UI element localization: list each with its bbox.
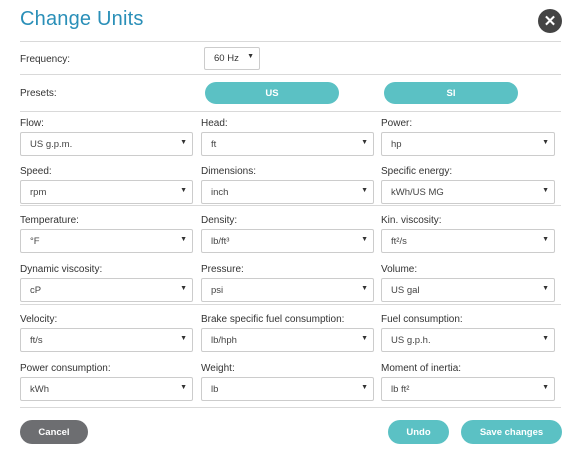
unit-select[interactable]: rpm ▼ (20, 180, 193, 204)
dropdown-arrow-icon: ▼ (361, 139, 368, 146)
field-label: Velocity: (20, 314, 58, 325)
dropdown-arrow-icon: ▼ (542, 285, 549, 292)
unit-select[interactable]: lb ft² ▼ (381, 377, 555, 401)
dropdown-arrow-icon: ▼ (180, 236, 187, 243)
dropdown-arrow-icon: ▼ (180, 335, 187, 342)
field-label: Power: (381, 118, 413, 129)
unit-select-value: hp (391, 138, 402, 150)
unit-select-value: lb (211, 383, 219, 395)
unit-select-value: US g.p.h. (391, 334, 431, 346)
dropdown-arrow-icon: ▼ (361, 384, 368, 391)
dropdown-arrow-icon: ▼ (180, 139, 187, 146)
field-label: Head: (201, 118, 228, 129)
dropdown-arrow-icon: ▼ (542, 335, 549, 342)
field-label: Power consumption: (20, 363, 111, 374)
unit-select-value: lb/ft³ (211, 235, 230, 247)
unit-select[interactable]: lb ▼ (201, 377, 374, 401)
field-label: Flow: (20, 118, 44, 129)
dropdown-arrow-icon: ▼ (542, 139, 549, 146)
save-changes-button[interactable]: Save changes (461, 420, 562, 444)
divider (20, 407, 561, 408)
field-label: Weight: (201, 363, 235, 374)
field-label: Fuel consumption: (381, 314, 463, 325)
field-label: Volume: (381, 264, 418, 275)
unit-select-value: inch (211, 186, 229, 198)
frequency-label: Frequency: (20, 54, 71, 65)
unit-select[interactable]: cP ▼ (20, 278, 193, 302)
dropdown-arrow-icon: ▼ (180, 384, 187, 391)
unit-select-value: ft/s (30, 334, 43, 346)
unit-select[interactable]: psi ▼ (201, 278, 374, 302)
divider (20, 111, 561, 112)
field-label: Specific energy: (381, 166, 453, 177)
unit-select[interactable]: US g.p.m. ▼ (20, 132, 193, 156)
dropdown-arrow-icon: ▼ (361, 236, 368, 243)
close-button[interactable]: ✕ (538, 9, 562, 33)
dialog-title: Change Units (20, 8, 144, 30)
unit-select[interactable]: hp ▼ (381, 132, 555, 156)
unit-select-value: psi (211, 284, 224, 296)
unit-select-value: cP (30, 284, 42, 296)
undo-button[interactable]: Undo (388, 420, 449, 444)
dropdown-arrow-icon: ▼ (361, 187, 368, 194)
field-label: Brake specific fuel consumption: (201, 314, 345, 325)
field-label: Dimensions: (201, 166, 257, 177)
unit-select-value: kWh/US MG (391, 186, 444, 198)
field-label: Pressure: (201, 264, 244, 275)
field-label: Temperature: (20, 215, 79, 226)
unit-select-value: kWh (30, 383, 49, 395)
field-label: Dynamic viscosity: (20, 264, 103, 275)
unit-select-value: ft (211, 138, 217, 150)
dropdown-arrow-icon: ▼ (247, 53, 254, 60)
field-label: Kin. viscosity: (381, 215, 442, 226)
dropdown-arrow-icon: ▼ (361, 285, 368, 292)
unit-select[interactable]: US g.p.h. ▼ (381, 328, 555, 352)
unit-select[interactable]: lb/ft³ ▼ (201, 229, 374, 253)
unit-select[interactable]: kWh ▼ (20, 377, 193, 401)
field-label: Speed: (20, 166, 52, 177)
unit-select-value: lb/hph (211, 334, 237, 346)
divider (20, 41, 561, 42)
unit-select-value: ft²/s (391, 235, 407, 247)
unit-select-value: °F (30, 235, 40, 247)
unit-select-value: US g.p.m. (30, 138, 73, 150)
frequency-value: 60 Hz (214, 53, 239, 64)
unit-select[interactable]: °F ▼ (20, 229, 193, 253)
unit-select[interactable]: US gal ▼ (381, 278, 555, 302)
unit-select[interactable]: ft²/s ▼ (381, 229, 555, 253)
unit-select-value: US gal (391, 284, 420, 296)
dropdown-arrow-icon: ▼ (542, 187, 549, 194)
preset-us-button[interactable]: US (205, 82, 339, 104)
divider (20, 304, 561, 305)
field-label: Moment of inertia: (381, 363, 462, 374)
unit-select[interactable]: ft/s ▼ (20, 328, 193, 352)
dropdown-arrow-icon: ▼ (542, 384, 549, 391)
unit-select[interactable]: lb/hph ▼ (201, 328, 374, 352)
divider (20, 205, 561, 206)
unit-select[interactable]: ft ▼ (201, 132, 374, 156)
frequency-select[interactable]: 60 Hz ▼ (204, 47, 260, 70)
close-icon: ✕ (543, 12, 557, 30)
field-label: Density: (201, 215, 238, 226)
dropdown-arrow-icon: ▼ (361, 335, 368, 342)
divider (20, 74, 561, 75)
dropdown-arrow-icon: ▼ (180, 187, 187, 194)
dropdown-arrow-icon: ▼ (180, 285, 187, 292)
unit-select[interactable]: inch ▼ (201, 180, 374, 204)
cancel-button[interactable]: Cancel (20, 420, 88, 444)
unit-select[interactable]: kWh/US MG ▼ (381, 180, 555, 204)
preset-si-button[interactable]: SI (384, 82, 518, 104)
unit-select-value: lb ft² (391, 383, 410, 395)
unit-select-value: rpm (30, 186, 47, 198)
presets-label: Presets: (20, 88, 57, 99)
dropdown-arrow-icon: ▼ (542, 236, 549, 243)
